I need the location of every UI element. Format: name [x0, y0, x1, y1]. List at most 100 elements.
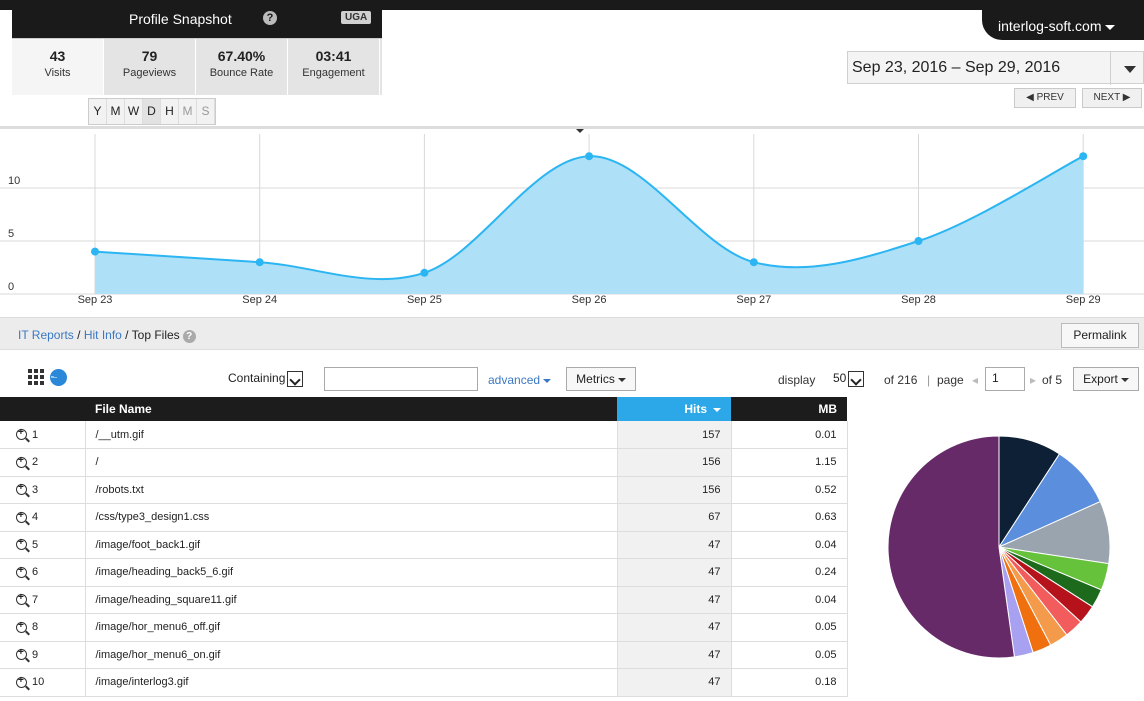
breadcrumb-hit-info[interactable]: Hit Info: [84, 328, 122, 342]
row-index: 4: [0, 503, 85, 532]
table-row[interactable]: 2 /1561.15: [0, 448, 848, 477]
table-row[interactable]: 6/image/heading_back5_6.gif470.24: [0, 558, 848, 587]
granularity-year[interactable]: Y: [89, 99, 107, 124]
file-name-cell[interactable]: /: [84, 448, 617, 477]
help-icon[interactable]: ?: [263, 11, 277, 25]
table-row[interactable]: 9/image/hor_menu6_on.gif470.05: [0, 641, 848, 669]
file-name-cell[interactable]: /robots.txt: [84, 476, 617, 504]
filter-mode-select[interactable]: Containing: [226, 368, 314, 390]
table-row[interactable]: 1 /__utm.gif1570.01: [0, 421, 848, 449]
hits-cell: 47: [616, 586, 731, 614]
page-label: page: [937, 373, 964, 387]
metric-bounce-rate[interactable]: 67.40% Bounce Rate: [196, 39, 288, 95]
granularity-month[interactable]: M: [107, 99, 125, 124]
mb-cell: 0.05: [730, 613, 848, 642]
data-point: [585, 152, 594, 161]
zoom-in-icon[interactable]: [16, 620, 27, 633]
hits-cell: 47: [616, 641, 731, 669]
metric-label: Visits: [44, 67, 71, 79]
file-name-cell[interactable]: /__utm.gif: [84, 421, 617, 449]
chevron-down-icon[interactable]: [1124, 66, 1136, 73]
zoom-in-icon[interactable]: [16, 427, 27, 441]
hits-cell: 67: [616, 503, 731, 532]
breadcrumb-current: Top Files: [131, 328, 180, 342]
chevron-down-icon: [617, 377, 626, 382]
file-name-cell[interactable]: /css/type3_design1.css: [84, 503, 617, 532]
pie-view-icon[interactable]: [50, 369, 67, 386]
zoom-in-icon[interactable]: [16, 675, 27, 688]
permalink-button[interactable]: Permalink: [1061, 323, 1139, 348]
help-icon[interactable]: ?: [182, 330, 196, 343]
table-row[interactable]: 10/image/interlog3.gif470.18: [0, 668, 848, 697]
profile-header: Profile Snapshot ? UGA: [12, 0, 382, 38]
prev-page-icon[interactable]: ◂: [972, 373, 978, 387]
domain-selector[interactable]: interlog-soft.com: [982, 0, 1144, 40]
granularity-day[interactable]: D: [143, 99, 161, 124]
zoom-in-icon[interactable]: [16, 592, 27, 606]
row-index: 5: [0, 531, 85, 559]
next-button[interactable]: NEXT ▶: [1082, 88, 1142, 108]
zoom-in-icon[interactable]: [16, 482, 27, 496]
granularity-selector: Y M W D H M S: [88, 98, 216, 125]
display-count-select[interactable]: 50: [829, 368, 879, 390]
hits-header-label: Hits: [684, 402, 707, 416]
granularity-hour[interactable]: H: [161, 99, 179, 124]
prev-button[interactable]: ◀ PREV: [1014, 88, 1076, 108]
granularity-second[interactable]: S: [197, 99, 215, 124]
granularity-week[interactable]: W: [125, 99, 143, 124]
zoom-in-icon[interactable]: [16, 647, 27, 661]
zoom-in-icon[interactable]: [16, 537, 27, 551]
chevron-down-icon: [1105, 24, 1116, 30]
file-name-cell[interactable]: /image/foot_back1.gif: [84, 531, 617, 559]
granularity-minute[interactable]: M: [179, 99, 197, 124]
pie-slice[interactable]: [887, 435, 1015, 659]
zoom-in-icon[interactable]: [16, 510, 27, 523]
filter-input[interactable]: [324, 367, 478, 391]
table-row[interactable]: 7/image/heading_square11.gif470.04: [0, 586, 848, 614]
metric-value: 67.40%: [217, 48, 266, 64]
total-pages: of 5: [1042, 373, 1063, 387]
metric-visits[interactable]: 43 Visits: [12, 39, 104, 95]
hits-cell: 156: [616, 448, 731, 477]
metric-pageviews[interactable]: 79 Pageviews: [104, 39, 196, 95]
advanced-link[interactable]: advanced: [488, 373, 552, 387]
row-number: 9: [32, 648, 39, 661]
file-name-cell[interactable]: /image/interlog3.gif: [84, 668, 617, 697]
row-index: 9: [0, 641, 85, 669]
metric-label: Bounce Rate: [209, 67, 274, 79]
metric-value: 43: [49, 48, 66, 64]
metric-engagement[interactable]: 03:41 Engagement: [288, 39, 380, 95]
table-row[interactable]: 8/image/hor_menu6_off.gif470.05: [0, 613, 848, 642]
profile-snapshot-panel: Profile Snapshot ? UGA 43 Visits 79 Page…: [12, 0, 382, 95]
hits-column-header[interactable]: Hits: [617, 397, 731, 421]
file-name-cell[interactable]: /image/hor_menu6_on.gif: [84, 641, 617, 669]
table-row[interactable]: 4/css/type3_design1.css670.63: [0, 503, 848, 532]
metrics-button[interactable]: Metrics: [566, 367, 636, 391]
next-page-icon[interactable]: ▸: [1030, 373, 1036, 387]
top-files-table: File Name Hits MB 1 /__utm.gif1570.01 2 /15…: [0, 397, 848, 697]
row-index: 6: [0, 558, 85, 587]
grid-view-icon[interactable]: [28, 369, 44, 385]
breadcrumb-it-reports[interactable]: IT Reports: [18, 328, 74, 342]
file-name-column-header[interactable]: File Name: [85, 397, 617, 421]
date-range-picker[interactable]: Sep 23, 2016 – Sep 29, 2016: [847, 51, 1144, 85]
breadcrumb-separator: /: [73, 328, 84, 342]
row-number: 2: [32, 456, 39, 469]
row-index: 3: [0, 476, 85, 504]
file-name-cell[interactable]: /image/heading_back5_6.gif: [84, 558, 617, 587]
x-tick-label: Sep 27: [736, 294, 771, 306]
table-row[interactable]: 3/robots.txt1560.52: [0, 476, 848, 504]
zoom-in-icon[interactable]: [16, 565, 27, 578]
breadcrumb: IT Reports / Hit Info / Top Files?: [18, 328, 196, 343]
file-name-cell[interactable]: /image/heading_square11.gif: [84, 586, 617, 614]
page-input[interactable]: 1: [985, 367, 1025, 391]
mb-column-header[interactable]: MB: [731, 397, 847, 421]
row-index: 7: [0, 586, 85, 614]
date-range-divider: [1110, 52, 1111, 85]
profile-title: Profile Snapshot: [129, 11, 232, 27]
file-name-cell[interactable]: /image/hor_menu6_off.gif: [84, 613, 617, 642]
table-row[interactable]: 5/image/foot_back1.gif470.04: [0, 531, 848, 559]
export-button[interactable]: Export: [1073, 367, 1139, 391]
index-column-header: [0, 397, 85, 421]
zoom-in-icon[interactable]: [16, 455, 27, 468]
